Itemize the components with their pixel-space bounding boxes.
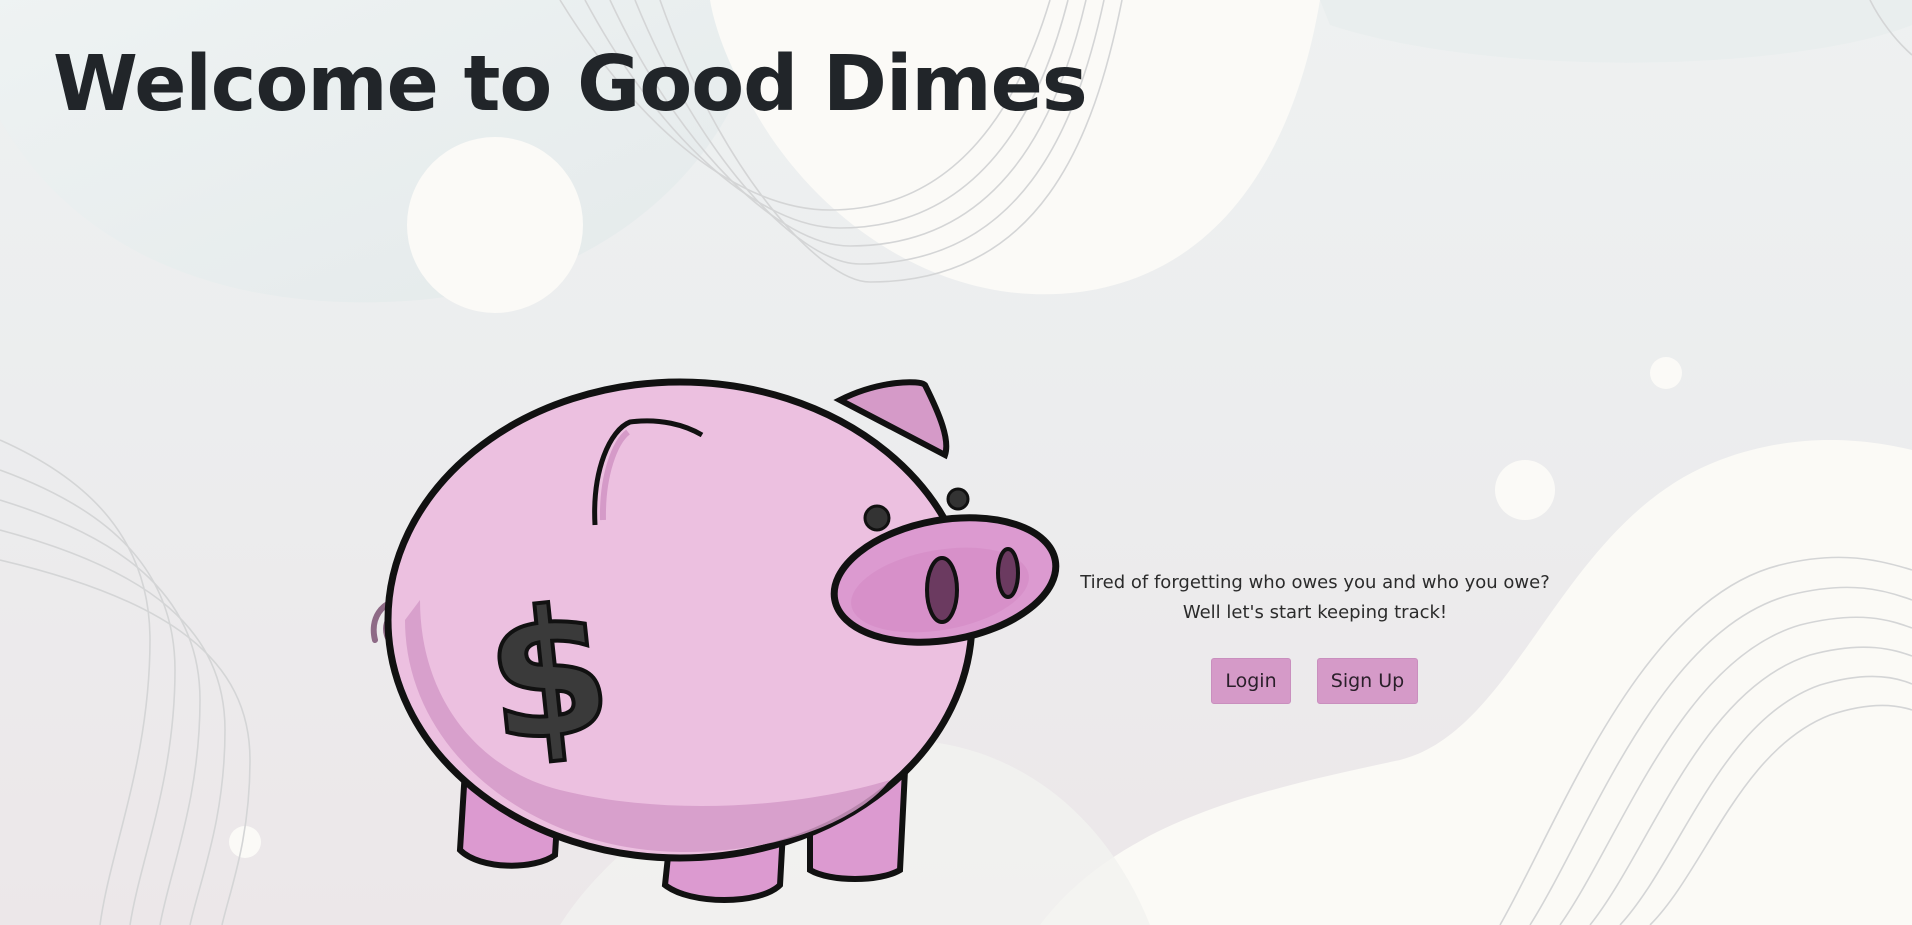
dollar-symbol: $ [478,569,620,784]
login-button[interactable]: Login [1211,658,1291,704]
tagline: Tired of forgetting who owes you and who… [1020,568,1610,628]
tagline-line-2: Well let's start keeping track! [1182,602,1448,623]
auth-buttons: Login Sign Up [1211,658,1418,704]
piggy-bank-icon: $ [370,378,1060,903]
tagline-line-1: Tired of forgetting who owes you and who… [1080,572,1550,593]
landing-page: Welcome to Good Dimes $ Tired of forgett… [0,0,1912,925]
signup-button[interactable]: Sign Up [1317,658,1418,704]
page-title: Welcome to Good Dimes [53,40,1088,129]
